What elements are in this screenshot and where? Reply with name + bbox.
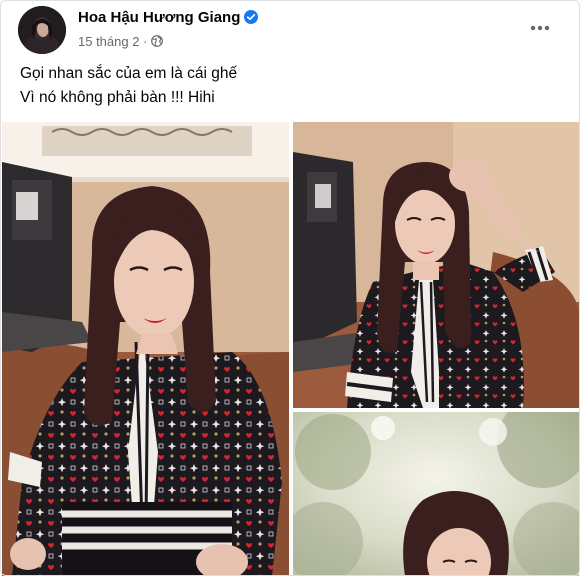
post-header: Hoa Hậu Hương Giang 15 tháng 2 · [0,0,580,60]
author-name-text[interactable]: Hoa Hậu Hương Giang [78,9,240,26]
meta-separator: · [143,34,148,49]
post-photo-2[interactable] [293,122,579,408]
post-caption: Gọi nhan sắc của em là cái ghế Vì nó khô… [20,62,560,110]
caption-line: Vì nó không phải bàn !!! Hihi [20,89,215,106]
post-photo-3[interactable] [293,412,579,576]
author-name[interactable]: Hoa Hậu Hương Giang [78,9,259,26]
post-photo-1[interactable] [2,122,289,576]
more-options-icon[interactable] [524,12,556,44]
caption-line: Gọi nhan sắc của em là cái ghế [20,65,238,82]
author-avatar[interactable] [18,6,66,54]
verified-badge-icon [244,10,259,24]
globe-icon[interactable] [151,35,163,47]
post-meta: 15 tháng 2 · [78,34,163,49]
post-card: Hoa Hậu Hương Giang 15 tháng 2 · Gọi nha… [0,0,580,576]
post-date[interactable]: 15 tháng 2 [78,34,139,49]
